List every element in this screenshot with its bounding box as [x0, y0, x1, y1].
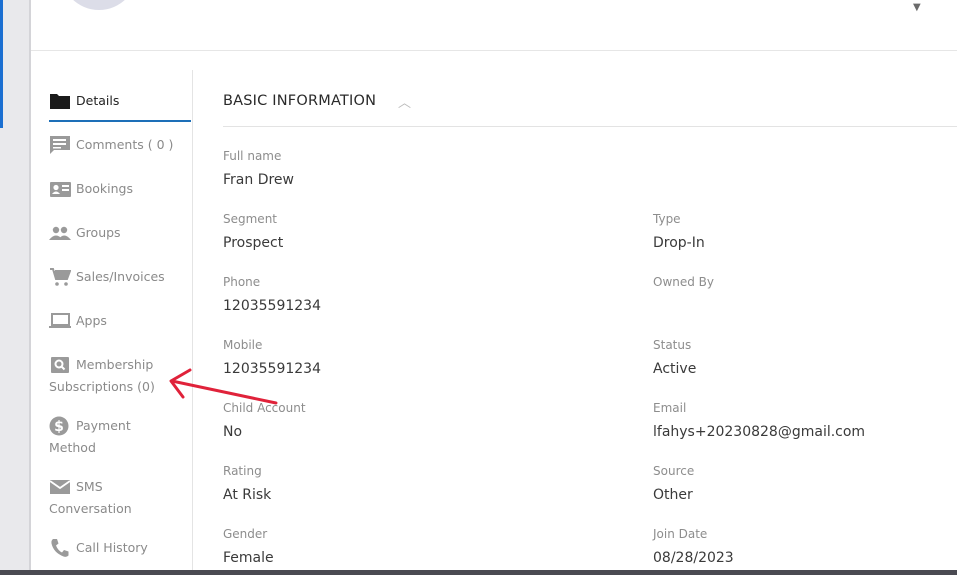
field-value: No [223, 424, 243, 440]
field-label: Full name [223, 149, 282, 163]
sidebar-item-label: Comments ( 0 ) [76, 137, 174, 152]
window-edge-accent [0, 0, 3, 128]
laptop-icon [49, 311, 73, 332]
folder-icon [49, 91, 73, 112]
sidebar-item-label-line1: SMS [76, 479, 103, 494]
sidebar-item-label: Sales/Invoices [76, 269, 165, 284]
field-full-name: Full name Fran Drew [223, 148, 294, 190]
sidebar-item-label-line1: Payment [76, 418, 131, 433]
sidebar-item-call-history[interactable]: Call History [49, 537, 191, 559]
field-label: Segment [223, 212, 277, 226]
field-value: lfahys+20230828@gmail.com [653, 424, 866, 440]
dollar-icon: $ [49, 416, 73, 437]
sidebar-item-label: Apps [76, 313, 107, 328]
avatar[interactable] [60, 0, 138, 10]
field-value: Drop-In [653, 235, 705, 251]
svg-text:$: $ [54, 419, 64, 435]
field-label: Child Account [223, 401, 306, 415]
cart-icon [49, 267, 73, 288]
sidebar-item-groups[interactable]: Groups [49, 222, 191, 244]
sidebar-item-label: Call History [76, 540, 148, 555]
field-value: Fran Drew [223, 172, 294, 188]
comment-icon [49, 135, 73, 156]
field-value: At Risk [223, 487, 272, 503]
field-owned-by: Owned By [653, 274, 714, 296]
sidebar-item-sms-conversation[interactable]: SMS Conversation [49, 476, 191, 519]
field-label: Type [653, 212, 681, 226]
field-label: Email [653, 401, 687, 415]
section-divider [223, 126, 957, 127]
field-value: 12035591234 [223, 361, 321, 377]
search-box-icon [49, 355, 73, 376]
people-icon [49, 223, 73, 244]
field-value: Prospect [223, 235, 284, 251]
field-gender: Gender Female [223, 526, 274, 568]
field-label: Mobile [223, 338, 263, 352]
sidebar-item-bookings[interactable]: Bookings [49, 178, 191, 200]
phone-icon [49, 538, 73, 559]
sidebar-item-details[interactable]: Details [49, 90, 191, 122]
field-value: 08/28/2023 [653, 550, 734, 566]
contact-card-icon [49, 179, 73, 200]
field-rating: Rating At Risk [223, 463, 271, 505]
field-email: Email lfahys+20230828@gmail.com [653, 400, 865, 442]
field-label: Owned By [653, 275, 715, 289]
sidebar-item-label-line2: Subscriptions (0) [49, 379, 155, 394]
field-value: 12035591234 [223, 298, 321, 314]
sidebar-item-label-line1: Membership [76, 357, 154, 372]
field-label: Join Date [653, 527, 708, 541]
sidebar-item-payment-method[interactable]: $ Payment Method [49, 415, 191, 458]
section-title: BASIC INFORMATION [223, 93, 377, 109]
field-label: Phone [223, 275, 261, 289]
field-value: Active [653, 361, 697, 377]
details-panel: BASIC INFORMATION ︿ Full name Fran Drew … [194, 70, 957, 570]
field-child-account: Child Account No [223, 400, 306, 442]
field-label: Gender [223, 527, 268, 541]
envelope-icon [49, 477, 73, 498]
sidebar-item-comments[interactable]: Comments ( 0 ) [49, 134, 191, 156]
field-segment: Segment Prospect [223, 211, 283, 253]
field-source: Source Other [653, 463, 694, 505]
left-rail [0, 0, 31, 575]
dropdown-caret-icon[interactable]: ▼ [913, 2, 921, 13]
field-label: Source [653, 464, 695, 478]
sidebar-item-label: Bookings [76, 181, 133, 196]
field-status: Status Active [653, 337, 696, 379]
sidebar-item-sales-invoices[interactable]: Sales/Invoices [49, 266, 191, 288]
field-value: Female [223, 550, 274, 566]
bottom-edge-bar [0, 570, 957, 575]
field-join-date: Join Date 08/28/2023 [653, 526, 734, 568]
sidebar-item-apps[interactable]: Apps [49, 310, 191, 332]
profile-sidebar: Details Comments ( 0 ) Bookings Groups S… [31, 70, 193, 570]
collapse-chevron-icon[interactable]: ︿ [398, 92, 411, 111]
field-value: Other [653, 487, 693, 503]
field-type: Type Drop-In [653, 211, 705, 253]
sidebar-item-label: Details [76, 93, 120, 108]
field-phone: Phone 12035591234 [223, 274, 321, 316]
sidebar-item-membership-subscriptions[interactable]: Membership Subscriptions (0) [49, 354, 191, 397]
field-mobile: Mobile 12035591234 [223, 337, 321, 379]
sidebar-item-label: Groups [76, 225, 121, 240]
header-divider [31, 50, 957, 51]
sidebar-item-label-line2: Conversation [49, 501, 132, 516]
field-label: Rating [223, 464, 262, 478]
sidebar-item-label-line2: Method [49, 440, 96, 455]
field-label: Status [653, 338, 692, 352]
